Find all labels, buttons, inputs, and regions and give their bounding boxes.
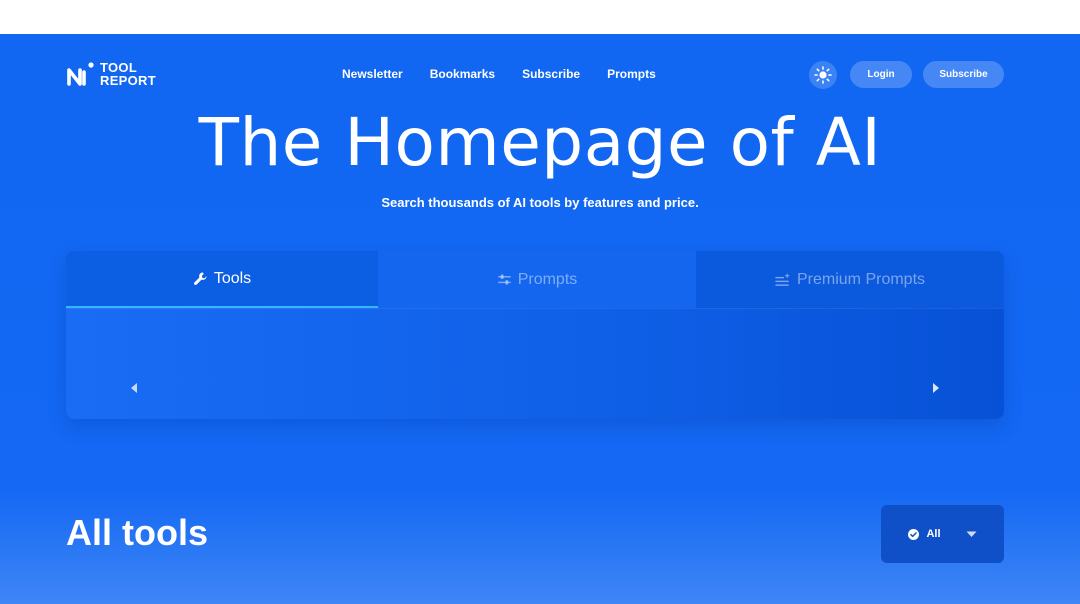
nav-link-prompts[interactable]: Prompts: [607, 67, 656, 81]
search-card: Tools Prompts Premium Prompts: [66, 251, 1004, 419]
nav-link-subscribe[interactable]: Subscribe: [522, 67, 580, 81]
hero-title: The Homepage of AI: [198, 104, 882, 181]
tab-premium-prompts[interactable]: Premium Prompts: [696, 251, 1004, 308]
sun-icon: [814, 66, 832, 84]
chevron-down-icon: [966, 531, 977, 537]
carousel-prev-button[interactable]: [129, 382, 139, 394]
check-circle-icon: [908, 528, 920, 540]
nav-link-bookmarks[interactable]: Bookmarks: [430, 67, 495, 81]
filter-select[interactable]: All: [881, 505, 1004, 563]
main-nav: Newsletter Bookmarks Subscribe Prompts: [342, 67, 656, 81]
login-button[interactable]: Login: [850, 61, 912, 88]
wrench-icon: [193, 272, 207, 285]
logo-text: TOOL REPORT: [100, 61, 156, 87]
page: TOOL REPORT Newsletter Bookmarks Subscri…: [0, 34, 1080, 604]
tab-tools-label: Tools: [213, 269, 252, 287]
tab-tools[interactable]: Tools: [66, 251, 378, 308]
logo-text-line2: REPORT: [100, 73, 156, 88]
theme-toggle-button[interactable]: [809, 61, 837, 89]
browser-top-bar: [0, 0, 1080, 34]
chevron-left-icon: [130, 383, 137, 393]
tab-premium-prompts-label: Premium Prompts: [796, 270, 926, 288]
chevron-right-icon: [932, 383, 939, 393]
nav-link-newsletter[interactable]: Newsletter: [342, 67, 403, 81]
hero-subtitle: Search thousands of AI tools by features…: [381, 195, 699, 210]
filter-selected-value: All: [926, 528, 941, 540]
site-logo[interactable]: TOOL REPORT: [66, 58, 156, 90]
subscribe-button[interactable]: Subscribe: [923, 61, 1004, 88]
sliders-icon: [497, 274, 511, 285]
tab-prompts-label: Prompts: [517, 270, 578, 288]
sparkle-list-icon: [775, 272, 791, 286]
tab-prompts[interactable]: Prompts: [378, 251, 696, 308]
all-tools-heading: All tools: [66, 512, 208, 553]
carousel-next-button[interactable]: [930, 382, 940, 394]
search-tabs: Tools Prompts Premium Prompts: [66, 251, 1004, 309]
logo-mark-icon: [66, 60, 94, 88]
